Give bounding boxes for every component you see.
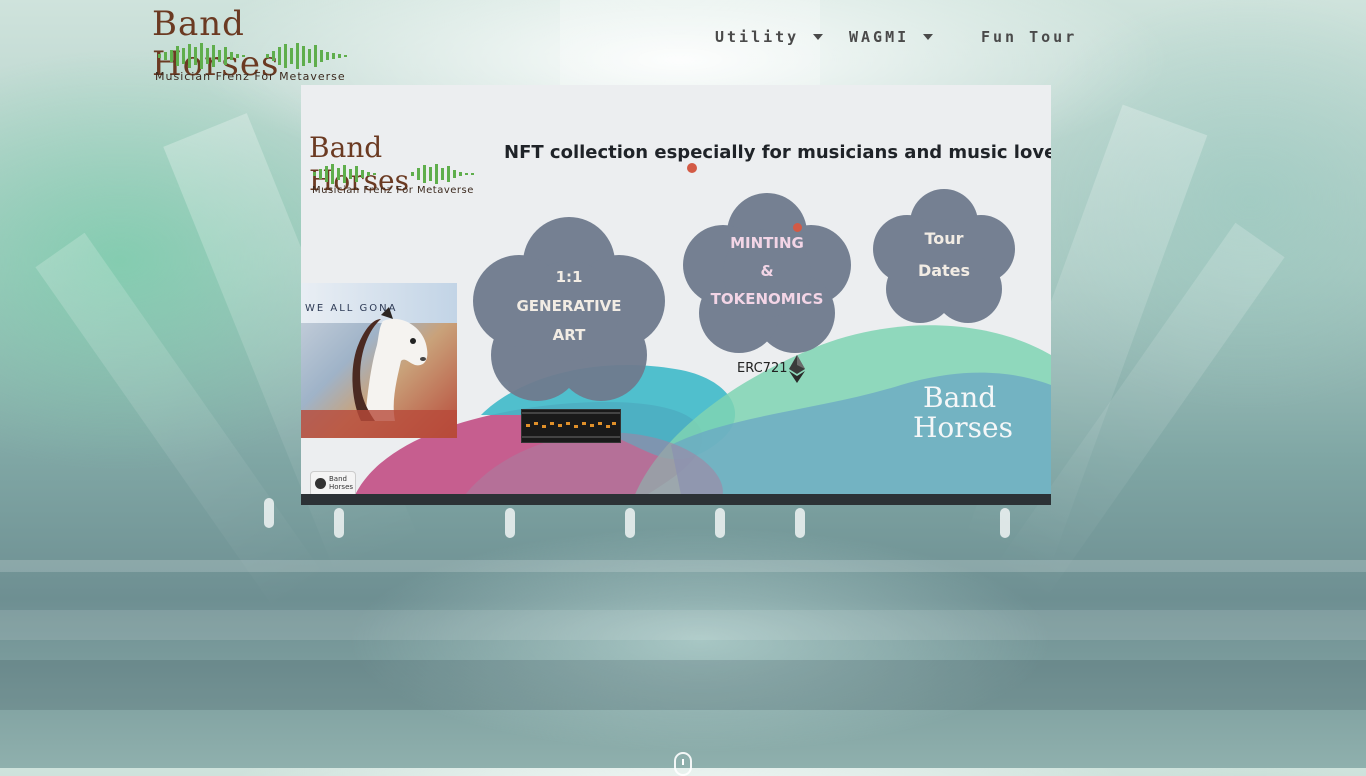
- site-logo[interactable]: Band Horses Musician Frenz For Metaverse: [152, 4, 357, 84]
- nav-label-utility: Utility: [715, 28, 800, 46]
- feature-label-line3: ART: [552, 326, 586, 344]
- feature-label-line2: &: [760, 262, 774, 280]
- scroll-dot: [682, 759, 684, 765]
- film-strip-icon: [522, 412, 620, 438]
- feature-label-line2: GENERATIVE: [516, 297, 622, 315]
- horse-icon: [352, 307, 428, 421]
- decorative-dot: [793, 223, 802, 232]
- brand-badge: Band Horses: [311, 472, 355, 496]
- feature-tour-dates[interactable]: Tour Dates: [873, 187, 1015, 325]
- vinyl-disc-icon: [315, 478, 326, 489]
- feature-label-line3: TOKENOMICS: [710, 290, 824, 308]
- scroll-down-icon[interactable]: [674, 752, 692, 776]
- banner-headline: NFT collection especially for musicians …: [504, 142, 1051, 163]
- audio-wave-icon: [158, 43, 347, 69]
- feature-generative-art[interactable]: 1:1 GENERATIVE ART: [473, 215, 665, 403]
- badge-line2: Horses: [329, 483, 354, 491]
- nav-item-utility[interactable]: Utility: [715, 26, 824, 48]
- watermark-line1: Band: [923, 381, 997, 414]
- nav-label-fun-tour: Fun Tour: [981, 28, 1078, 46]
- feature-label-line1: 1:1: [555, 268, 583, 286]
- hero-banner: Band Horses Musician Frenz For Metaverse…: [301, 85, 1051, 505]
- token-standard-label: ERC721: [737, 361, 788, 376]
- band-horses-watermark: Band Horses: [913, 381, 1023, 451]
- banner-logo: Band Horses Musician Frenz For Metaverse: [309, 131, 489, 201]
- feature-label-line2: Dates: [917, 261, 971, 280]
- ethereum-icon: [789, 355, 805, 383]
- banner-logo-subtitle: Musician Frenz For Metaverse: [312, 185, 474, 196]
- album-artwork: WE ALL GONA: [301, 283, 457, 438]
- chevron-down-icon: [923, 34, 934, 40]
- watermark-line2: Horses: [913, 411, 1013, 444]
- feature-label-line1: Tour: [924, 229, 964, 248]
- audio-wave-icon: [313, 164, 474, 184]
- film-strip-image: [521, 409, 621, 443]
- feature-label-line1: MINTING: [730, 234, 804, 252]
- nav-label-wagmi: WAGMI: [849, 28, 910, 46]
- nav-item-fun-tour[interactable]: Fun Tour: [981, 26, 1077, 48]
- banner-footer-bar: [301, 494, 1051, 505]
- logo-subtitle: Musician Frenz For Metaverse: [155, 70, 346, 83]
- feature-minting-tokenomics[interactable]: MINTING & TOKENOMICS: [683, 191, 851, 353]
- chevron-down-icon: [813, 34, 824, 40]
- decorative-dot: [687, 163, 697, 173]
- nav-item-wagmi[interactable]: WAGMI: [849, 26, 934, 48]
- badge-line1: Band: [329, 475, 347, 483]
